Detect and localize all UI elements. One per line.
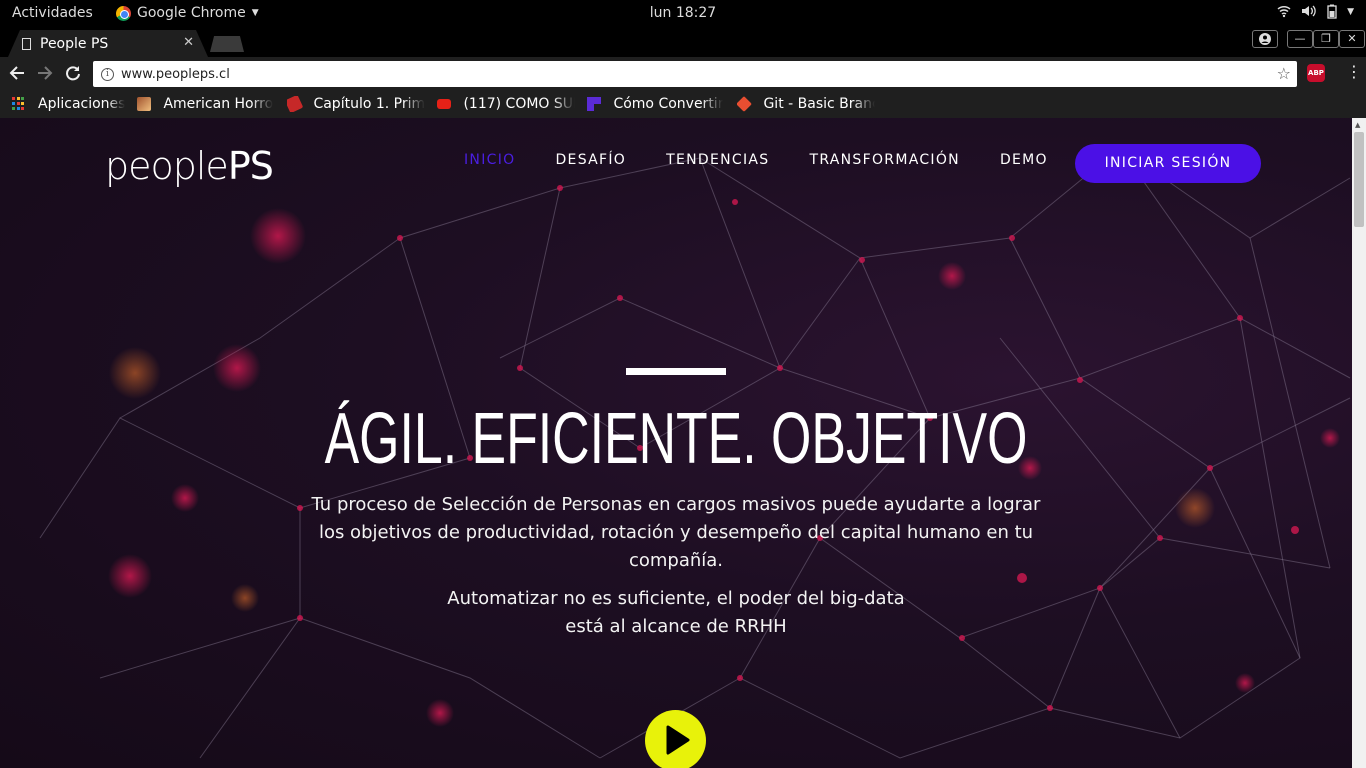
bookmark-star-icon[interactable]: ☆ [1277,64,1291,83]
menu-kebab-icon[interactable]: ⋮ [1346,62,1362,81]
scroll-up-icon[interactable]: ▲ [1355,121,1360,129]
bookmark-american-horror[interactable]: American Horro [137,96,275,112]
adblock-icon[interactable]: ABP [1307,64,1325,82]
new-tab-button[interactable] [210,36,244,52]
hero-tagline-line2: está al alcance de RRHH [565,616,787,637]
url-text: www.peopleps.cl [121,66,230,82]
tab-people-ps[interactable]: People PS ✕ [8,30,208,57]
address-bar[interactable]: i www.peopleps.cl ☆ [93,61,1297,87]
git-icon [737,96,753,112]
nav-inicio[interactable]: INICIO [464,152,515,168]
nav-tendencias[interactable]: TENDENCIAS [666,152,769,168]
login-button[interactable]: INICIAR SESIÓN [1075,144,1261,183]
volume-icon [1301,4,1317,23]
chevron-down-icon: ▼ [1347,7,1354,17]
site-logo[interactable]: peoplePS [105,144,274,188]
back-arrow-icon[interactable] [9,62,25,86]
main-nav: INICIO DESAFÍO TENDENCIAS TRANSFORMACIÓN… [464,152,1088,168]
bookmark-youtube[interactable]: (117) COMO SUF [437,96,575,112]
book-icon [287,96,304,112]
page-icon [22,37,31,50]
bookmark-label: (117) COMO SUF [463,96,576,112]
browser-toolbar: i www.peopleps.cl ☆ ABP ⋮ [0,57,1366,90]
youtube-icon [437,99,452,109]
nav-desafio[interactable]: DESAFÍO [555,152,626,168]
close-icon[interactable]: ✕ [183,35,194,50]
minimize-button[interactable]: — [1287,30,1313,48]
reload-icon[interactable] [65,62,81,86]
nav-demo[interactable]: DEMO [1000,152,1048,168]
bookmark-git[interactable]: Git - Basic Branc [737,96,875,112]
bookmark-aplicaciones[interactable]: Aplicaciones [12,96,125,112]
bookmark-label: Git - Basic Branc [763,96,876,112]
hero-subtitle: Tu proceso de Selección de Personas en c… [311,494,1041,571]
hero-tagline-line1: Automatizar no es suficiente, el poder d… [447,588,905,609]
hero-title: ÁGIL. EFICIENTE. OBJETIVO [324,399,1028,479]
clock[interactable]: lun 18:27 [0,5,1366,21]
hero-tagline: Automatizar no es suficiente, el poder d… [0,585,1352,641]
hero-divider [626,368,726,375]
bookmark-site-icon [587,97,602,111]
bookmark-como-convertir[interactable]: Cómo Convertir [587,96,725,112]
profile-button[interactable] [1252,30,1278,48]
system-top-bar: Actividades Google Chrome ▼ lun 18:27 ▼ [0,0,1366,27]
tab-title: People PS [40,35,109,52]
battery-icon [1327,4,1337,23]
bookmark-label: Capítulo 1. Prim [313,96,426,112]
play-icon [666,725,690,755]
bookmark-label: Aplicaciones [38,96,126,112]
tv-show-icon [137,97,152,111]
logo-text-light: people [105,144,229,188]
bookmark-label: American Horro [163,96,274,112]
scrollbar-thumb[interactable] [1354,132,1364,227]
info-icon[interactable]: i [101,67,114,81]
logo-text-bold: PS [227,144,274,188]
bookmark-label: Cómo Convertir [613,96,724,112]
page-viewport: peoplePS INICIO DESAFÍO TENDENCIAS TRANS… [0,118,1352,768]
bookmark-capitulo-1[interactable]: Capítulo 1. Prim [287,96,425,112]
wifi-icon [1277,4,1291,23]
close-window-button[interactable]: ✕ [1339,30,1365,48]
page-scrollbar[interactable]: ▲ [1352,118,1366,768]
restore-button[interactable]: ❐ [1313,30,1339,48]
bookmarks-bar: Aplicaciones American Horro Capítulo 1. … [0,90,1366,118]
system-tray[interactable]: ▼ [1277,4,1354,23]
apps-grid-icon [12,97,26,111]
tab-strip: People PS ✕ — ❐ ✕ [0,27,1366,57]
forward-arrow-icon[interactable] [37,62,53,86]
nav-transformacion[interactable]: TRANSFORMACIÓN [809,152,959,168]
play-video-button[interactable] [645,710,706,768]
